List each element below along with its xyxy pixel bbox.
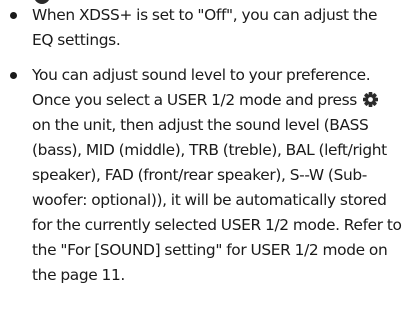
bullet-item-xdss: When XDSS+ is set to "Off", you can adju… — [6, 3, 402, 53]
bullet-dot — [10, 72, 17, 79]
bullet-item-user-mode: You can adjust sound level to your prefe… — [6, 63, 402, 288]
bullet-text: When XDSS+ is set to "Off", you can adju… — [32, 6, 378, 49]
bullet-list: When XDSS+ is set to "Off", you can adju… — [6, 3, 402, 288]
bullet-text-before-icon: You can adjust sound level to your prefe… — [32, 66, 371, 109]
gear-icon — [363, 92, 379, 107]
bullet-text-after-icon: on the unit, then adjust the sound level… — [32, 116, 402, 284]
bullet-dot — [10, 12, 17, 19]
